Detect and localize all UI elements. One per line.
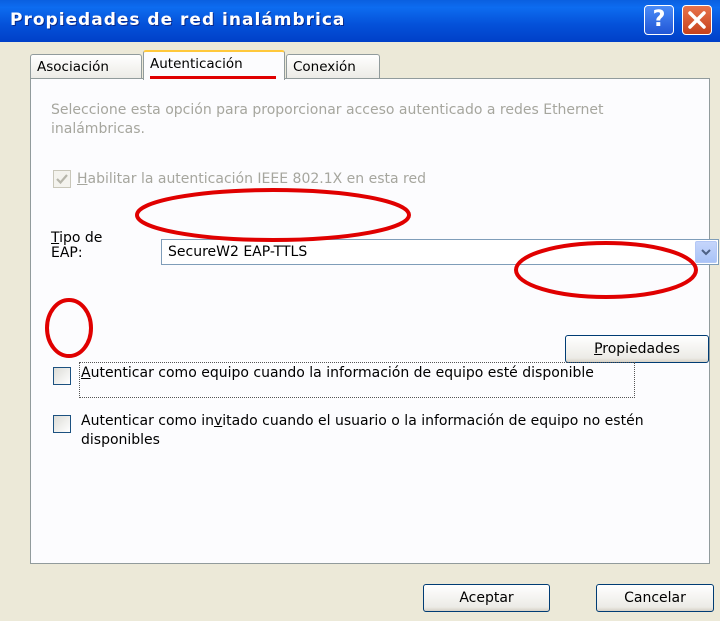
eap-type-dropdown[interactable]: SecureW2 EAP-TTLS — [161, 239, 719, 265]
label-text: utenticar como equipo cuando la informac… — [90, 365, 594, 381]
window-title: Propiedades de red inalámbrica — [10, 10, 346, 30]
auth-description: Seleccione esta opción para proporcionar… — [51, 102, 604, 137]
tab-panel-autenticacion: Seleccione esta opción para proporcionar… — [30, 78, 719, 564]
chevron-down-icon — [701, 249, 711, 256]
close-icon — [688, 11, 706, 29]
eap-type-value: SecureW2 EAP-TTLS — [168, 244, 308, 260]
tab-autenticacion[interactable]: Autenticación — [143, 50, 285, 80]
accelerator-key: T — [51, 230, 60, 246]
title-bar[interactable]: Propiedades de red inalámbrica ? — [0, 0, 720, 42]
label-text: ipo de — [59, 230, 103, 246]
properties-button[interactable]: Propiedades — [565, 335, 709, 363]
label-text: EAP: — [51, 245, 83, 261]
checkmark-icon — [56, 174, 68, 185]
accelerator-key: A — [81, 365, 91, 381]
close-button[interactable] — [682, 5, 712, 35]
tab-asociacion[interactable]: Asociación — [30, 54, 142, 78]
enable-8021x-checkbox[interactable] — [53, 170, 71, 188]
cancel-button[interactable]: Cancelar — [596, 584, 714, 612]
enable-8021x-label: Habilitar la autenticación IEEE 802.1X e… — [77, 170, 426, 189]
tab-label: Conexión — [293, 59, 356, 75]
tab-conexion[interactable]: Conexión — [286, 54, 380, 78]
annotation-underline — [150, 76, 276, 79]
ok-button[interactable]: Aceptar — [423, 584, 550, 612]
dialog-body: Asociación Autenticación Conexión Selecc… — [0, 42, 720, 621]
help-icon: ? — [652, 7, 666, 32]
guest-auth-checkbox[interactable] — [53, 415, 71, 433]
label-text: abilitar la autenticación IEEE 802.1X en… — [87, 171, 426, 187]
accelerator-key: H — [77, 171, 88, 187]
eap-type-label: Tipo de EAP: — [51, 231, 102, 261]
tab-label: Asociación — [37, 59, 109, 75]
computer-auth-label: Autenticar como equipo cuando la informa… — [81, 364, 651, 383]
dropdown-arrow-button[interactable] — [695, 241, 717, 263]
button-label: ropiedades — [602, 341, 680, 357]
guest-auth-label: Autenticar como invitado cuando el usuar… — [81, 412, 651, 450]
label-text: Autenticar como in — [81, 413, 214, 429]
tab-label: Autenticación — [150, 56, 243, 72]
help-button[interactable]: ? — [644, 5, 674, 35]
computer-auth-checkbox[interactable] — [53, 367, 71, 385]
dialog-window: Propiedades de red inalámbrica ? Asociac… — [0, 0, 720, 621]
